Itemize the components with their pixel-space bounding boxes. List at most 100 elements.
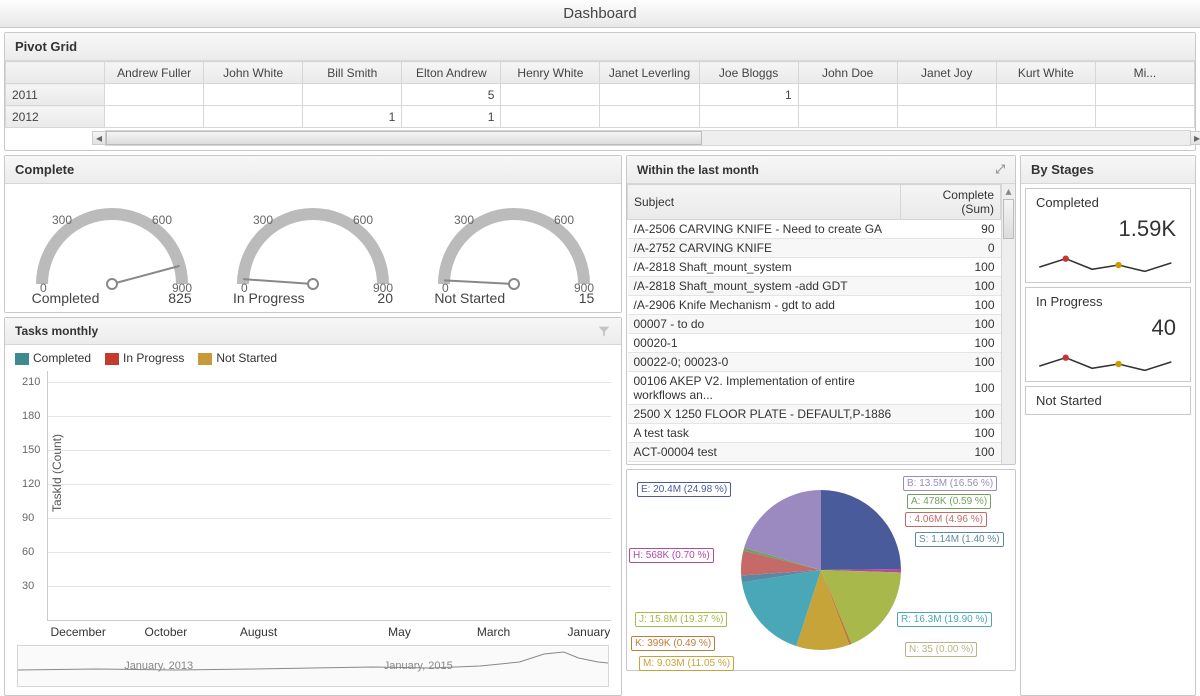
last-month-panel: Within the last month ⤢ SubjectComplete … <box>626 155 1016 465</box>
chart-legend: CompletedIn ProgressNot Started <box>15 351 611 365</box>
stages-heading: By Stages <box>1021 156 1195 184</box>
table-row[interactable]: 00022-0; 00023-0100 <box>628 353 1001 372</box>
pie-label: K: 399K (0.49 %) <box>631 636 715 651</box>
pivot-cell <box>798 84 897 106</box>
pie-label: : 4.06M (4.96 %) <box>905 512 987 527</box>
svg-text:600: 600 <box>353 213 373 227</box>
y-tick: 150 <box>22 444 40 456</box>
pivot-grid-panel: Pivot Grid Andrew FullerJohn WhiteBill S… <box>4 32 1196 151</box>
pie-chart: E: 20.4M (24.98 %)H: 568K (0.70 %)J: 15.… <box>627 470 1015 670</box>
x-label: May <box>380 625 420 639</box>
pivot-col-header[interactable]: Janet Leverling <box>600 62 699 84</box>
gauge-value: 20 <box>377 290 393 306</box>
pie-label: R: 16.3M (19.90 %) <box>897 612 992 627</box>
table-row[interactable]: /A-2752 CARVING KNIFE0 <box>628 239 1001 258</box>
pie-label: A: 478K (0.59 %) <box>907 494 991 509</box>
x-label <box>427 625 467 639</box>
legend-item: In Progress <box>105 351 184 365</box>
x-label: January <box>568 625 608 639</box>
x-label <box>192 625 232 639</box>
stage-card[interactable]: Not Started <box>1025 386 1191 415</box>
pivot-cell <box>600 106 699 128</box>
pivot-cell <box>204 106 303 128</box>
pivot-cell: 5 <box>402 84 501 106</box>
table-row[interactable]: ACT-00004 test100 <box>628 443 1001 462</box>
bar-chart: TaskId (Count) 306090120150180210 <box>47 371 611 621</box>
svg-text:300: 300 <box>52 213 72 227</box>
y-tick: 120 <box>22 478 40 490</box>
pivot-col-header[interactable]: Mi... <box>1095 62 1194 84</box>
pivot-cell: 1 <box>699 84 798 106</box>
stages-panel: By Stages Completed1.59KIn Progress40 Not… <box>1020 155 1196 696</box>
timeline-scrollbar[interactable]: January, 2013 January, 2015 <box>17 645 609 687</box>
pivot-h-scrollbar[interactable]: ◂ ▸ <box>105 130 1191 146</box>
x-label <box>333 625 373 639</box>
x-label: December <box>51 625 91 639</box>
last-month-heading: Within the last month ⤢ <box>627 156 1015 184</box>
table-row[interactable]: 00007 - to do100 <box>628 315 1001 334</box>
table-row[interactable]: /A-2906 Knife Mechanism - gdt to add100 <box>628 296 1001 315</box>
pie-label: B: 13.5M (16.56 %) <box>903 476 997 491</box>
timeline-mark: January, 2015 <box>384 660 453 672</box>
gauge-label: In Progress <box>233 290 305 306</box>
table-row[interactable]: /A-2818 Shaft_mount_system -add GDT100 <box>628 277 1001 296</box>
y-tick: 90 <box>22 512 34 524</box>
stage-card[interactable]: In Progress40 <box>1025 287 1191 382</box>
pivot-cell <box>897 84 996 106</box>
table-row[interactable]: ACT-00005 to sell some more100 <box>628 462 1001 465</box>
y-tick: 60 <box>22 546 34 558</box>
pivot-col-header[interactable]: John White <box>204 62 303 84</box>
scroll-left-icon[interactable]: ◂ <box>92 131 106 145</box>
table-row[interactable]: 2500 X 1250 FLOOR PLATE - DEFAULT,P-1886… <box>628 405 1001 424</box>
scroll-thumb[interactable] <box>106 131 702 145</box>
pie-label: H: 568K (0.70 %) <box>629 548 714 563</box>
stage-value: 40 <box>1026 315 1190 345</box>
y-tick: 180 <box>22 410 40 422</box>
last-month-table[interactable]: SubjectComplete (Sum) /A-2506 CARVING KN… <box>627 184 1001 464</box>
x-label <box>521 625 561 639</box>
table-row[interactable]: 00106 AKEP V2. Implementation of entire … <box>628 372 1001 405</box>
pivot-col-header[interactable]: Henry White <box>501 62 600 84</box>
table-row[interactable]: /A-2506 CARVING KNIFE - Need to create G… <box>628 220 1001 239</box>
list-v-scrollbar[interactable]: ▴ <box>1001 184 1015 464</box>
pivot-col-header[interactable]: Janet Joy <box>897 62 996 84</box>
pie-label: E: 20.4M (24.98 %) <box>637 482 731 497</box>
pivot-row-header[interactable]: 2012 <box>6 106 105 128</box>
pivot-cell <box>798 106 897 128</box>
pivot-cell <box>105 106 204 128</box>
table-row[interactable]: A test task100 <box>628 424 1001 443</box>
table-row[interactable]: 00020-1100 <box>628 334 1001 353</box>
col-complete[interactable]: Complete (Sum) <box>901 185 1001 220</box>
pivot-col-header[interactable]: John Doe <box>798 62 897 84</box>
filter-icon[interactable] <box>597 324 611 338</box>
pivot-row-header[interactable]: 2011 <box>6 84 105 106</box>
pivot-col-header[interactable]: Bill Smith <box>303 62 402 84</box>
pivot-col-header[interactable]: Elton Andrew <box>402 62 501 84</box>
gauge: 0 300 600 900 In Progress20 <box>218 194 408 306</box>
pivot-cell <box>1095 84 1194 106</box>
scroll-right-icon[interactable]: ▸ <box>1190 131 1200 145</box>
expand-icon[interactable]: ⤢ <box>995 162 1005 177</box>
stage-card[interactable]: Completed1.59K <box>1025 188 1191 283</box>
gauge: 0 300 600 900 Not Started15 <box>419 194 609 306</box>
tasks-heading: Tasks monthly <box>5 318 621 345</box>
pivot-grid-heading: Pivot Grid <box>5 33 1195 61</box>
pivot-cell <box>501 106 600 128</box>
pivot-col-header[interactable] <box>6 62 105 84</box>
pivot-col-header[interactable]: Kurt White <box>996 62 1095 84</box>
svg-text:600: 600 <box>152 213 172 227</box>
col-subject[interactable]: Subject <box>628 185 901 220</box>
pivot-col-header[interactable]: Andrew Fuller <box>105 62 204 84</box>
legend-item: Not Started <box>198 351 277 365</box>
pivot-cell <box>204 84 303 106</box>
table-row[interactable]: /A-2818 Shaft_mount_system100 <box>628 258 1001 277</box>
pie-label: N: 35 (0.00 %) <box>905 642 977 657</box>
pivot-col-header[interactable]: Joe Bloggs <box>699 62 798 84</box>
gauge-label: Completed <box>32 290 100 306</box>
pivot-cell <box>501 84 600 106</box>
gauge-label: Not Started <box>434 290 505 306</box>
stage-title: Completed <box>1026 189 1190 216</box>
pivot-cell <box>699 106 798 128</box>
pivot-table[interactable]: Andrew FullerJohn WhiteBill SmithElton A… <box>5 61 1195 128</box>
pivot-cell: 1 <box>303 106 402 128</box>
